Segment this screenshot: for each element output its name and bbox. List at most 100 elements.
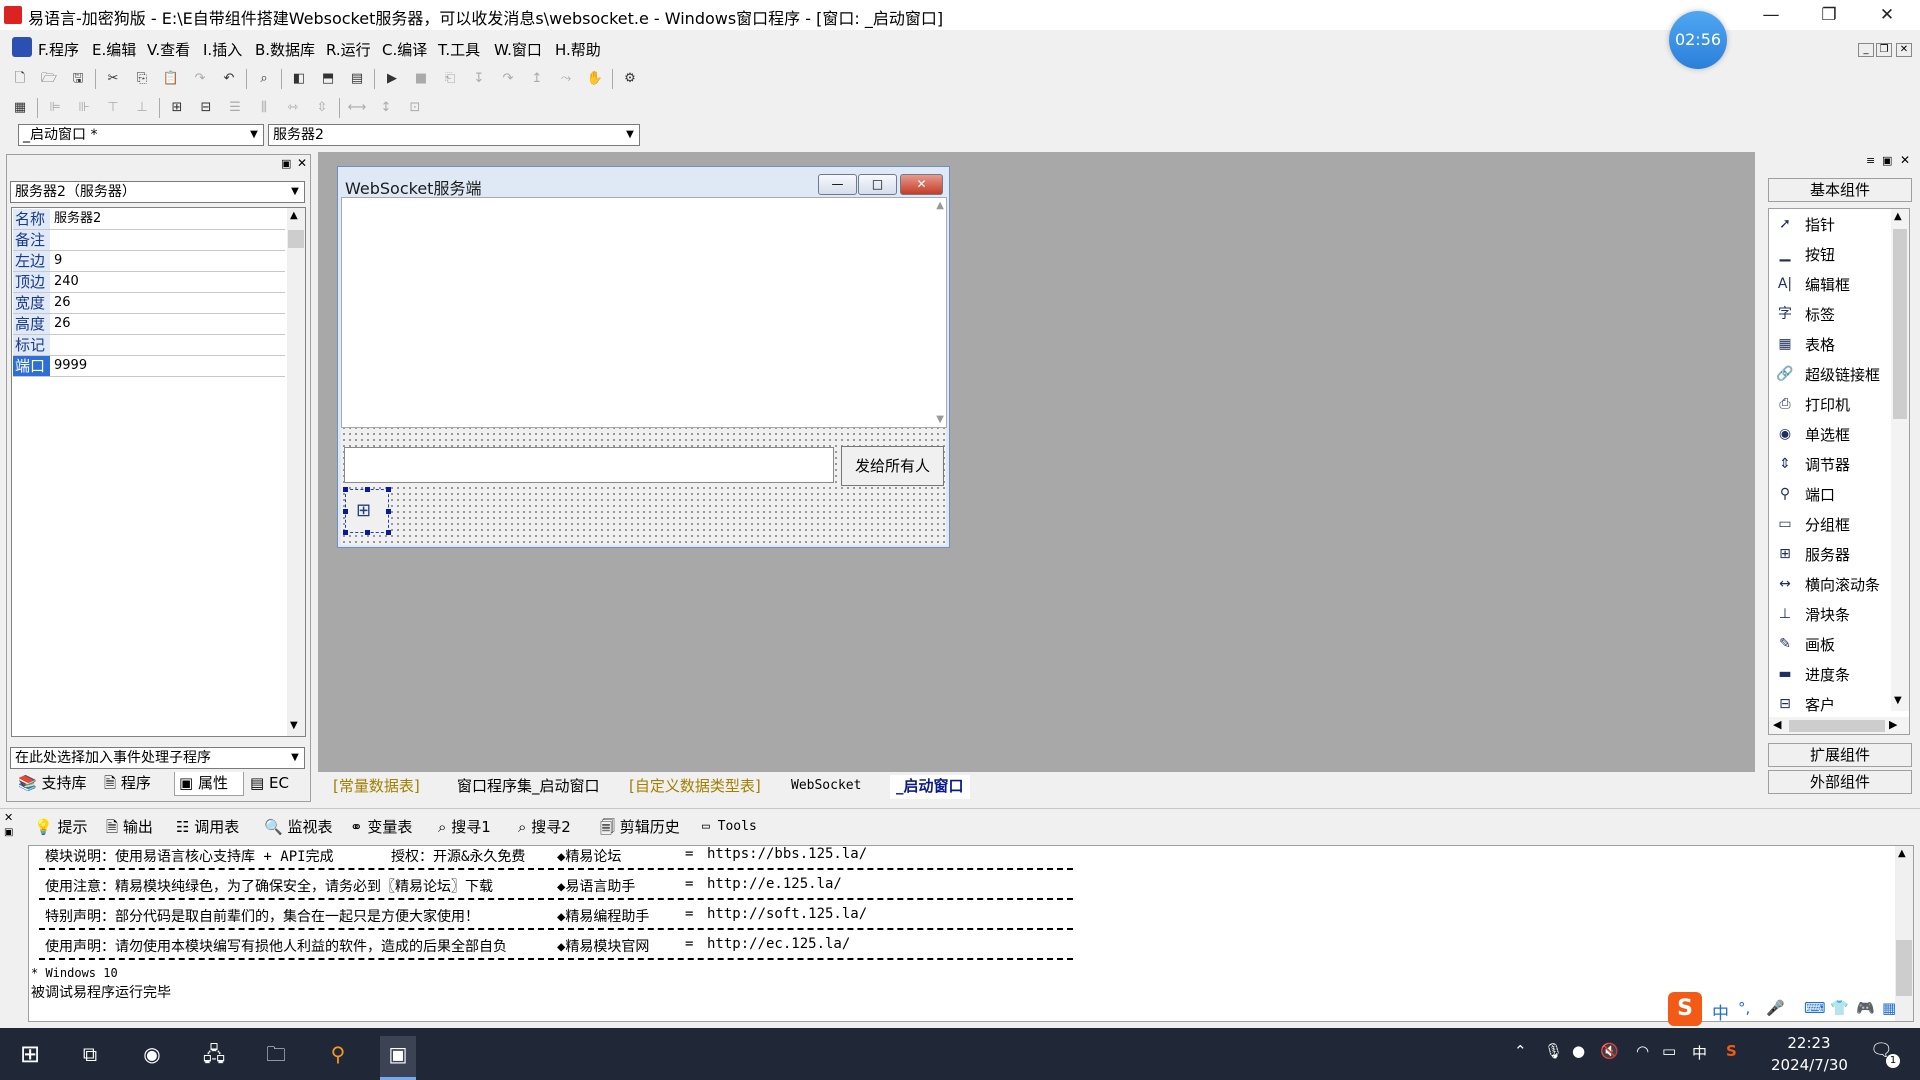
- search-app-icon[interactable]: ⚲: [320, 1036, 356, 1072]
- close-button[interactable]: ✕: [1858, 0, 1916, 30]
- component-selector[interactable]: 服务器2 ▼: [268, 124, 640, 146]
- object-selector[interactable]: 服务器2（服务器） ▼: [10, 181, 305, 203]
- console-row-url[interactable]: https://bbs.125.la/: [707, 846, 867, 862]
- component-groupbox[interactable]: ▭ 分组框: [1769, 509, 1889, 539]
- tab-call-stack[interactable]: ☷ 调用表: [176, 815, 239, 839]
- menu-view[interactable]: V.查看: [147, 39, 190, 60]
- stop-icon[interactable]: ■: [409, 68, 433, 90]
- ime-skin-icon[interactable]: 👕: [1830, 999, 1849, 1017]
- align-left-icon[interactable]: ⊫: [43, 97, 67, 119]
- console-row-url[interactable]: http://soft.125.la/: [707, 906, 867, 922]
- external-components-group[interactable]: 外部组件: [1768, 770, 1912, 794]
- tab-ec[interactable]: ▤ EC: [246, 772, 304, 796]
- menu-window[interactable]: W.窗口: [494, 39, 542, 60]
- scroll-thumb[interactable]: [1896, 940, 1912, 996]
- center-vertical-icon[interactable]: ⊟: [194, 97, 218, 119]
- calculator-icon[interactable]: ▦: [8, 97, 32, 119]
- property-value[interactable]: 240: [54, 272, 79, 292]
- tray-language[interactable]: 中: [1692, 1042, 1707, 1063]
- mdi-minimize-button[interactable]: _: [1858, 43, 1874, 57]
- scroll-thumb[interactable]: [1893, 229, 1907, 419]
- tab-variables[interactable]: ⚭ 变量表: [350, 815, 412, 839]
- restore-button[interactable]: ❐: [1800, 0, 1858, 30]
- tray-wifi-icon[interactable]: ◠: [1636, 1042, 1649, 1060]
- open-file-icon[interactable]: 🗁: [37, 68, 61, 90]
- mdi-close-button[interactable]: ✕: [1896, 43, 1912, 57]
- file-explorer-icon[interactable]: 🗀: [258, 1036, 294, 1072]
- tab-websocket[interactable]: WebSocket: [791, 775, 861, 799]
- align-top-icon[interactable]: ⊤: [101, 97, 125, 119]
- menu-program[interactable]: F.程序: [38, 39, 79, 60]
- tab-properties[interactable]: ▣ 属性: [174, 772, 244, 796]
- easy-language-app-icon[interactable]: ▣: [380, 1036, 416, 1080]
- selection-handle[interactable]: [386, 487, 391, 492]
- scroll-left-icon[interactable]: ◀: [1773, 718, 1781, 731]
- tray-chevron-icon[interactable]: ⌃: [1514, 1042, 1527, 1060]
- property-value[interactable]: 26: [54, 314, 71, 334]
- step-icon[interactable]: ⎗: [438, 68, 462, 90]
- step-over-icon[interactable]: ↷: [496, 68, 520, 90]
- redo-icon[interactable]: ↷: [188, 68, 212, 90]
- property-row-remark[interactable]: 备注: [13, 230, 285, 251]
- scroll-down-icon[interactable]: ▼: [290, 720, 298, 731]
- property-value[interactable]: 服务器2: [54, 209, 101, 229]
- fit-size-icon[interactable]: ⊡: [403, 97, 427, 119]
- component-spinner[interactable]: ⇕ 调节器: [1769, 449, 1889, 479]
- property-value[interactable]: 9999: [54, 356, 87, 376]
- new-file-icon[interactable]: 🗋: [8, 68, 32, 90]
- component-radio[interactable]: ◉ 单选框: [1769, 419, 1889, 449]
- scroll-up-icon[interactable]: ▲: [1898, 848, 1906, 859]
- property-scrollbar[interactable]: ▲ ▼: [287, 208, 305, 736]
- panel-pin-icon[interactable]: ▣: [4, 827, 13, 838]
- tab-hint[interactable]: 💡 提示: [34, 815, 87, 839]
- tab-constants[interactable]: [常量数据表]: [333, 775, 420, 799]
- layout-top-icon[interactable]: ⬒: [316, 68, 340, 90]
- tray-battery-icon[interactable]: ▭: [1662, 1042, 1676, 1060]
- component-label-control[interactable]: 字标签: [1769, 299, 1889, 329]
- ime-keyboard-icon[interactable]: ⌨: [1804, 999, 1826, 1017]
- paste-icon[interactable]: 📋: [159, 68, 183, 90]
- layout-left-icon[interactable]: ◧: [287, 68, 311, 90]
- step-out-icon[interactable]: ↥: [525, 68, 549, 90]
- output-console[interactable]: 模块说明：使用易语言核心支持库 + API完成 授权：开源&永久免费 ◆精易论坛…: [28, 845, 1914, 1022]
- tab-search1[interactable]: ⌕ 搜寻1: [438, 815, 491, 839]
- tray-mic-icon[interactable]: 🎙: [1544, 1042, 1563, 1060]
- scroll-up-icon[interactable]: ▲: [290, 210, 298, 221]
- panel-close-icon[interactable]: ✕: [4, 811, 13, 824]
- component-editbox[interactable]: A| 编辑框: [1769, 269, 1889, 299]
- component-grid[interactable]: ▦ 表格: [1769, 329, 1889, 359]
- form-minimize-button[interactable]: —: [818, 174, 857, 195]
- console-row-url[interactable]: http://ec.125.la/: [707, 936, 850, 952]
- hand-icon[interactable]: ✋: [583, 68, 607, 90]
- form-window[interactable]: WebSocket服务端 — □ ✕ ▲ ▼ 发给所有人 ⊞: [337, 166, 950, 548]
- step-into-icon[interactable]: ↧: [467, 68, 491, 90]
- scroll-right-icon[interactable]: ▶: [1889, 718, 1897, 731]
- menu-insert[interactable]: I.插入: [203, 39, 242, 60]
- selection-handle[interactable]: [365, 487, 370, 492]
- component-canvas[interactable]: ✎ 画板: [1769, 629, 1889, 659]
- tray-wechat-icon[interactable]: ●: [1572, 1042, 1585, 1060]
- selection-handle[interactable]: [343, 487, 348, 492]
- undo-icon[interactable]: ↶: [217, 68, 241, 90]
- property-row-width[interactable]: 宽度 26: [13, 293, 285, 314]
- selection-handle[interactable]: [365, 530, 370, 535]
- tray-volume-mute-icon[interactable]: 🔇: [1600, 1042, 1619, 1060]
- window-selector[interactable]: _启动窗口 * ▼: [18, 124, 264, 146]
- windows-start-icon[interactable]: ⊞: [12, 1036, 48, 1072]
- component-pointer[interactable]: ➚ 指针: [1769, 209, 1889, 239]
- selection-handle[interactable]: [386, 530, 391, 535]
- component-progress[interactable]: ▬ 进度条: [1769, 659, 1889, 689]
- selection-handle[interactable]: [386, 509, 391, 514]
- component-slider[interactable]: ⊥ 滑块条: [1769, 599, 1889, 629]
- tab-custom-types[interactable]: [自定义数据类型表]: [629, 775, 761, 799]
- tab-tools[interactable]: ▭ Tools: [702, 815, 757, 839]
- panel-pin-icon[interactable]: ▣: [1882, 154, 1892, 167]
- property-row-height[interactable]: 高度 26: [13, 314, 285, 335]
- wizard-icon[interactable]: ⚙: [618, 68, 642, 90]
- component-client[interactable]: ⊟ 客户: [1769, 689, 1889, 719]
- tab-output[interactable]: 🗎 输出: [106, 815, 153, 839]
- center-horizontal-icon[interactable]: ⊞: [165, 97, 189, 119]
- form-maximize-button[interactable]: □: [858, 174, 897, 195]
- tab-watch[interactable]: 🔍 监视表: [264, 815, 332, 839]
- component-port[interactable]: ⚲ 端口: [1769, 479, 1889, 509]
